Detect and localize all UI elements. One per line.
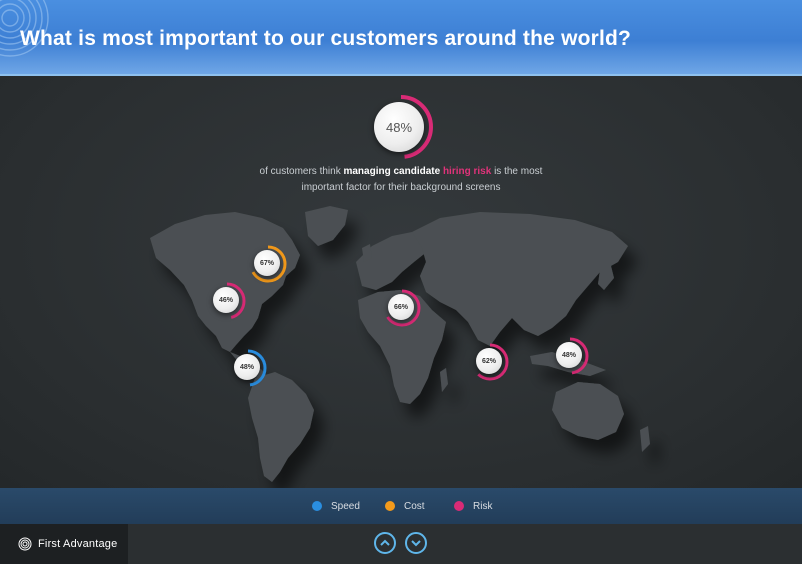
risk-dot-icon [454, 501, 464, 511]
legend-risk[interactable]: Risk [454, 499, 492, 513]
badge-latam-speed: 48% [228, 348, 268, 388]
chevron-up-icon [380, 539, 390, 546]
legend-speed-label: Speed [331, 500, 360, 512]
australia [552, 382, 624, 440]
logo-mark-icon [18, 537, 32, 551]
logo[interactable]: First Advantage [0, 524, 128, 564]
badge-north-america-cost: 67% [248, 244, 288, 284]
badge-usa-risk: 46% [207, 281, 247, 321]
hero-percent: 48% [374, 102, 424, 152]
legend-cost[interactable]: Cost [385, 499, 425, 513]
cost-dot-icon [385, 501, 395, 511]
badge-apac-risk: 48% [550, 336, 590, 376]
hero-text-after: is the most [491, 166, 543, 177]
badge-label: 62% [476, 348, 502, 374]
hero-percent-badge: 48% [368, 94, 434, 160]
hero-text-before: of customers think [259, 166, 344, 177]
south-america [248, 372, 314, 482]
footer-bar: First Advantage [0, 524, 802, 564]
badge-emea-risk: 66% [382, 288, 422, 328]
page-title: What is most important to our customers … [20, 27, 632, 50]
badge-label: 66% [388, 294, 414, 320]
legend-speed[interactable]: Speed [312, 499, 360, 513]
badge-india-risk: 62% [470, 342, 510, 382]
header-banner: What is most important to our customers … [0, 0, 802, 76]
badge-label: 46% [213, 287, 239, 313]
map-panel: 48% of customers think managing candidat… [0, 76, 802, 488]
chevron-down-icon [411, 540, 421, 547]
nav-down-button[interactable] [405, 532, 427, 554]
logo-text: First Advantage [38, 538, 118, 550]
badge-label: 67% [254, 250, 280, 276]
legend-cost-label: Cost [404, 500, 425, 512]
speed-dot-icon [312, 501, 322, 511]
hero-text-line2: important factor for their background sc… [301, 182, 501, 193]
greenland [305, 206, 348, 246]
legend-risk-label: Risk [473, 500, 493, 512]
europe [356, 232, 428, 290]
hero-text-bold: managing candidate [343, 166, 441, 177]
badge-label: 48% [556, 342, 582, 368]
badge-label: 48% [234, 354, 260, 380]
hero-text-highlight: hiring risk [442, 166, 492, 177]
nav-up-button[interactable] [374, 532, 396, 554]
madagascar [440, 368, 448, 392]
new-zealand [640, 426, 650, 452]
legend-bar: Speed Cost Risk [0, 488, 802, 524]
hero-caption: of customers think managing candidate hi… [0, 164, 802, 196]
